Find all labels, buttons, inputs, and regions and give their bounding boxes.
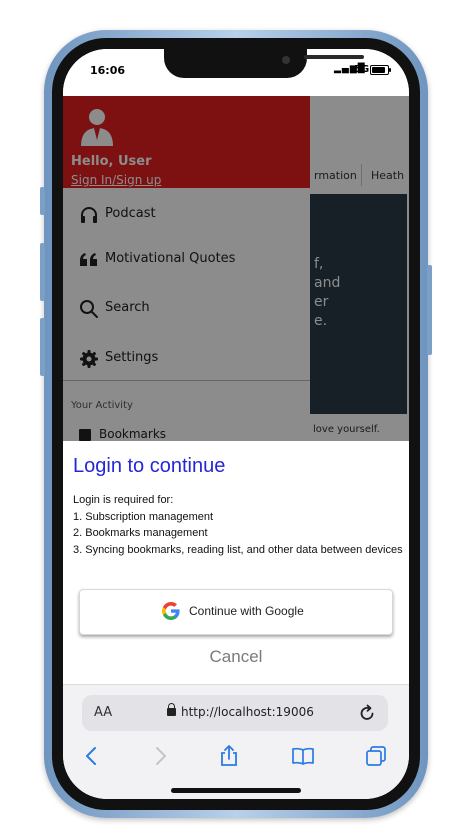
- status-time: 16:06: [90, 64, 126, 77]
- home-indicator: [171, 788, 301, 793]
- network-label: 5G: [354, 64, 370, 75]
- reload-icon[interactable]: [358, 704, 376, 722]
- speaker: [304, 55, 364, 59]
- google-signin-button[interactable]: Continue with Google: [79, 589, 393, 635]
- modal-backdrop[interactable]: [63, 96, 409, 441]
- address-bar[interactable]: AA http://localhost:19006: [82, 695, 388, 731]
- google-logo-icon: [162, 602, 180, 620]
- side-button-volume-down: [40, 318, 45, 376]
- phone-screen: 16:06 ▂▄▆█ 5G rmation Heath f, and er e.…: [63, 49, 409, 799]
- bookmarks-book-icon[interactable]: [292, 745, 314, 767]
- tabs-icon[interactable]: [365, 745, 387, 767]
- login-reason: 3. Syncing bookmarks, reading list, and …: [73, 543, 403, 556]
- login-description: Login is required for: 1. Subscription m…: [73, 492, 403, 558]
- login-sheet: Login to continue Login is required for:…: [63, 441, 409, 684]
- login-reason: 1. Subscription management: [73, 510, 214, 523]
- login-intro: Login is required for:: [73, 494, 174, 506]
- login-reason: 2. Bookmarks management: [73, 527, 208, 539]
- google-button-label: Continue with Google: [189, 604, 304, 618]
- back-icon[interactable]: [81, 745, 103, 767]
- reader-aa-button[interactable]: AA: [94, 705, 112, 720]
- safari-toolbar: AA http://localhost:19006: [63, 684, 409, 799]
- side-button-volume-up: [40, 243, 45, 301]
- status-bar: 16:06 ▂▄▆█ 5G: [63, 49, 409, 96]
- side-button-silent: [40, 187, 45, 215]
- notch: [164, 49, 364, 78]
- battery-icon: [370, 65, 389, 75]
- url-text[interactable]: http://localhost:19006: [181, 705, 314, 719]
- camera: [282, 56, 290, 64]
- forward-icon[interactable]: [149, 745, 171, 767]
- cancel-button[interactable]: Cancel: [63, 647, 409, 667]
- lock-icon: [167, 703, 176, 716]
- share-icon[interactable]: [218, 745, 240, 767]
- side-button-power: [427, 265, 432, 355]
- battery-tip: [389, 68, 391, 72]
- login-title: Login to continue: [73, 455, 226, 477]
